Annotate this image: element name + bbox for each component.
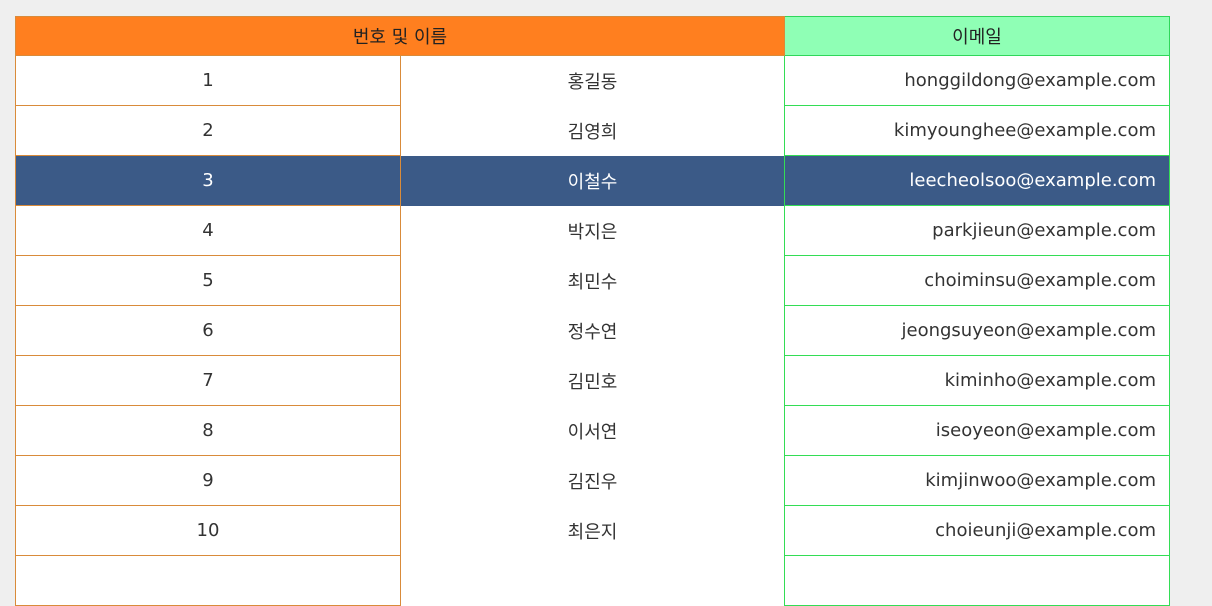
- cell-email: choiminsu@example.com: [784, 255, 1170, 306]
- cell-name: 김민호: [400, 355, 785, 406]
- cell-name: 정수연: [400, 305, 785, 356]
- cell-email: kiminho@example.com: [784, 355, 1170, 406]
- cell-name: 홍길동: [400, 55, 785, 106]
- table-header-row: 번호 및 이름 이메일: [15, 16, 1170, 56]
- cell-number: 5: [15, 255, 401, 306]
- cell-number: 10: [15, 505, 401, 556]
- table-body: 1 홍길동 honggildong@example.com 2 김영희 kimy…: [15, 55, 1170, 606]
- cell-number: 6: [15, 305, 401, 356]
- cell-name: 최민수: [400, 255, 785, 306]
- table-row[interactable]: 9 김진우 kimjinwoo@example.com: [15, 455, 1170, 506]
- header-number-and-name[interactable]: 번호 및 이름: [15, 16, 785, 56]
- data-table-container: 번호 및 이름 이메일 1 홍길동 honggildong@example.co…: [15, 16, 1170, 606]
- cell-name: 김진우: [400, 455, 785, 506]
- table-row[interactable]: 8 이서연 iseoyeon@example.com: [15, 405, 1170, 456]
- cell-number: 1: [15, 55, 401, 106]
- contacts-table: 번호 및 이름 이메일 1 홍길동 honggildong@example.co…: [15, 16, 1170, 606]
- table-row[interactable]: 5 최민수 choiminsu@example.com: [15, 255, 1170, 306]
- table-row[interactable]: 6 정수연 jeongsuyeon@example.com: [15, 305, 1170, 356]
- table-row[interactable]: 4 박지은 parkjieun@example.com: [15, 205, 1170, 256]
- cell-name: 최은지: [400, 505, 785, 556]
- cell-name: 박지은: [400, 205, 785, 256]
- table-row[interactable]: 2 김영희 kimyounghee@example.com: [15, 105, 1170, 156]
- cell-name: [400, 555, 785, 606]
- cell-number: 3: [15, 155, 401, 206]
- cell-email: [784, 555, 1170, 606]
- table-row-partial[interactable]: [15, 555, 1170, 606]
- table-row-selected[interactable]: 3 이철수 leecheolsoo@example.com: [15, 155, 1170, 206]
- cell-email: honggildong@example.com: [784, 55, 1170, 106]
- table-row[interactable]: 1 홍길동 honggildong@example.com: [15, 55, 1170, 106]
- cell-email: leecheolsoo@example.com: [784, 155, 1170, 206]
- cell-email: kimyounghee@example.com: [784, 105, 1170, 156]
- cell-name: 김영희: [400, 105, 785, 156]
- table-row[interactable]: 7 김민호 kiminho@example.com: [15, 355, 1170, 406]
- cell-number: 2: [15, 105, 401, 156]
- cell-number: 9: [15, 455, 401, 506]
- cell-number: 7: [15, 355, 401, 406]
- cell-name: 이서연: [400, 405, 785, 456]
- cell-email: parkjieun@example.com: [784, 205, 1170, 256]
- table-row[interactable]: 10 최은지 choieunji@example.com: [15, 505, 1170, 556]
- header-email[interactable]: 이메일: [784, 16, 1170, 56]
- cell-number: [15, 555, 401, 606]
- cell-number: 8: [15, 405, 401, 456]
- cell-email: jeongsuyeon@example.com: [784, 305, 1170, 356]
- cell-number: 4: [15, 205, 401, 256]
- cell-email: choieunji@example.com: [784, 505, 1170, 556]
- cell-name: 이철수: [400, 155, 785, 206]
- cell-email: kimjinwoo@example.com: [784, 455, 1170, 506]
- cell-email: iseoyeon@example.com: [784, 405, 1170, 456]
